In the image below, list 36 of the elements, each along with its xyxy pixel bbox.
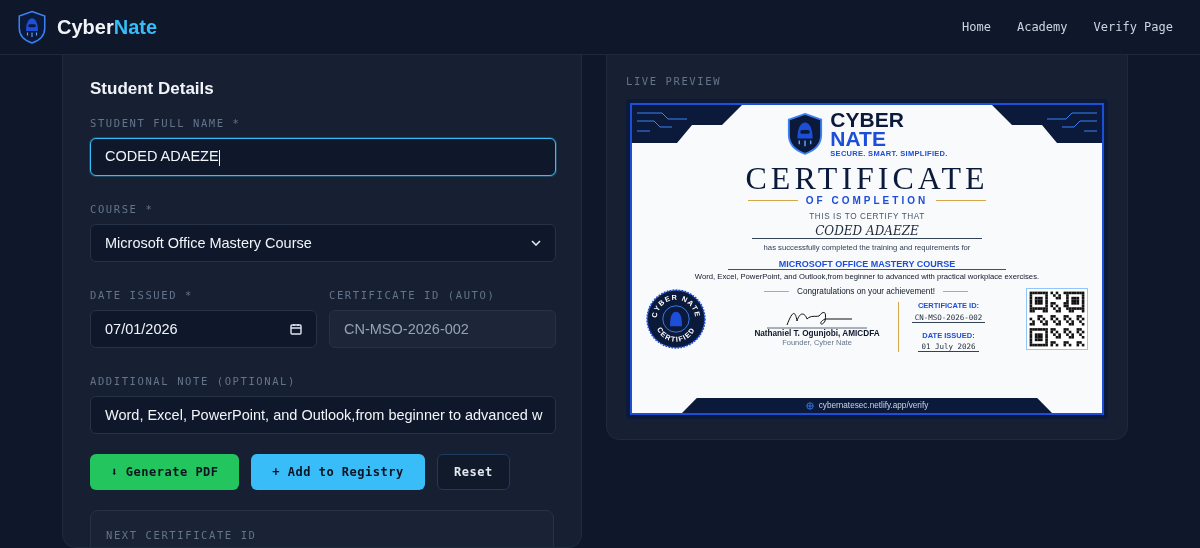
verify-url: cybernatesec.netlify.app/verify bbox=[818, 400, 929, 411]
input-field[interactable]: CN-MSO-2026-002 bbox=[329, 310, 556, 348]
nav-link[interactable]: Verify Page bbox=[1093, 20, 1173, 34]
congratulations-text: Congratulations on your achievement! bbox=[797, 286, 935, 297]
hooded-figure-shield-logo bbox=[786, 112, 825, 157]
section-title: Student Details bbox=[90, 79, 215, 99]
certificate-title: CERTIFICATE bbox=[745, 161, 989, 194]
reset-button[interactable]: Reset bbox=[437, 454, 510, 490]
chevron-down-icon bbox=[531, 240, 541, 246]
course-name: MICROSOFT OFFICE MASTERY COURSE bbox=[728, 258, 1006, 270]
recipient-name: CODED ADAEZE bbox=[752, 223, 982, 239]
generate-pdf-button[interactable]: ⬇ Generate PDF bbox=[90, 454, 239, 490]
input-field[interactable]: Word, Excel, PowerPoint, and Outlook,from beginner to advanced w bbox=[90, 396, 556, 434]
certify-text: THIS IS TO CERTIFY THAT bbox=[809, 211, 925, 221]
brand-name: CyberNate bbox=[57, 15, 158, 39]
panel-label: NEXT CERTIFICATE ID bbox=[106, 529, 257, 541]
date-field[interactable]: 07/01/2026 bbox=[90, 310, 317, 348]
logo-text: CYBER bbox=[830, 111, 905, 130]
signer-name: Nathaniel T. Ogunjobi, AMICDFA bbox=[754, 329, 880, 339]
qr-code bbox=[1026, 287, 1088, 350]
field-label: DATE ISSUED * bbox=[90, 289, 194, 301]
preview-label: LIVE PREVIEW bbox=[626, 75, 723, 87]
input-field[interactable]: CODED ADAEZE bbox=[90, 138, 556, 176]
hooded-figure-shield-logo bbox=[17, 9, 47, 45]
globe-icon bbox=[805, 401, 814, 410]
add-to-registry-button[interactable]: + Add to Registry bbox=[251, 454, 425, 490]
field-label: ADDITIONAL NOTE (OPTIONAL) bbox=[90, 375, 297, 387]
calendar-icon bbox=[290, 323, 302, 335]
field-label: CERTIFICATE ID (AUTO) bbox=[329, 289, 497, 301]
certificate-subtitle: OF COMPLETION bbox=[805, 194, 929, 206]
field-label: STUDENT FULL NAME * bbox=[90, 117, 242, 129]
logo-text: NATE bbox=[830, 129, 886, 149]
field-label: COURSE * bbox=[90, 203, 155, 215]
nav-link[interactable]: Home bbox=[962, 20, 991, 34]
course-select[interactable]: Microsoft Office Mastery Course bbox=[90, 224, 556, 262]
nav-link[interactable]: Academy bbox=[1016, 20, 1068, 34]
